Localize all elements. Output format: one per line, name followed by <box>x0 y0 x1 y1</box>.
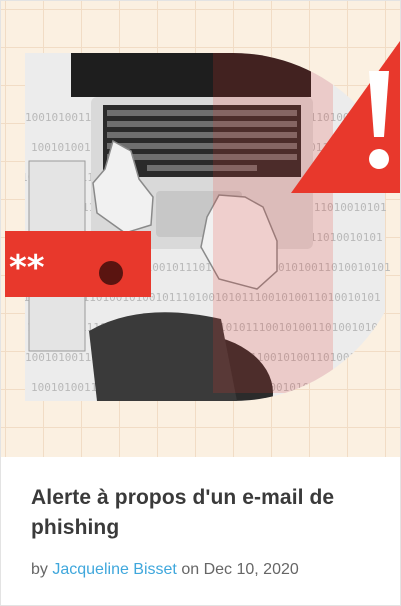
date-prefix: on <box>181 561 200 578</box>
author-link[interactable]: Jacqueline Bisset <box>52 561 177 578</box>
publish-date: Dec 10, 2020 <box>203 561 299 578</box>
article-title: Alerte à propos d'un e-mail de phishing <box>31 483 371 543</box>
password-field-icon: ** <box>5 231 151 297</box>
article-card[interactable]: 1001010011101001010010111010010101110010… <box>0 0 401 606</box>
phishing-illustration: 1001010011101001010010111010010101110010… <box>5 41 400 401</box>
article-featured-image[interactable]: 1001010011101001010010111010010101110010… <box>1 1 400 457</box>
password-mask: ** <box>9 248 45 288</box>
article-card-body: Alerte à propos d'un e-mail de phishing … <box>31 483 371 580</box>
article-meta: by Jacqueline Bisset on Dec 10, 2020 <box>31 560 371 580</box>
byline-prefix: by <box>31 561 48 578</box>
article-title-link[interactable]: Alerte à propos d'un e-mail de phishing <box>31 486 334 539</box>
